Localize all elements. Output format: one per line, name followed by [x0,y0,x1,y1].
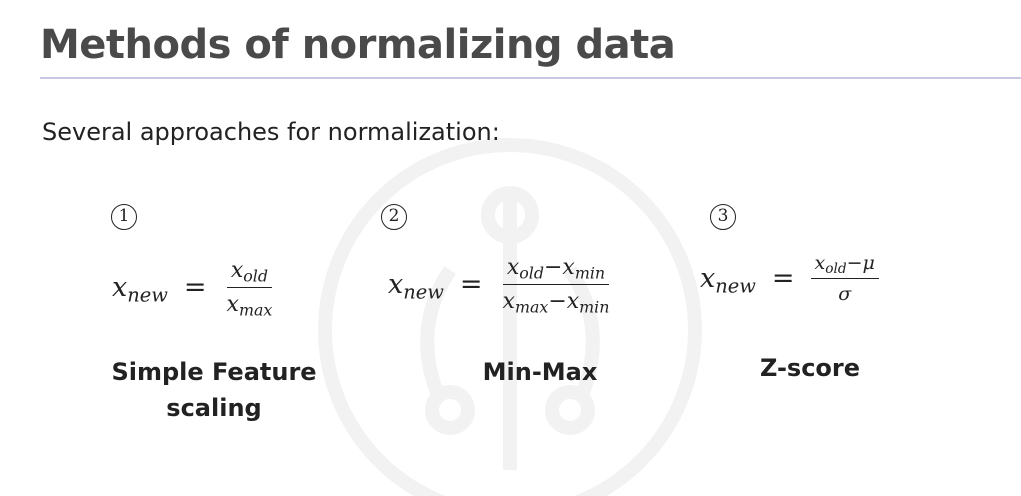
method-1-denominator: xmax [226,292,273,320]
slide-subtitle: Several approaches for normalization: [42,118,500,146]
method-2-label: Min-Max [482,358,598,386]
method-2-denominator: xmax−xmin [502,289,610,317]
title-divider [40,77,1021,79]
method-1-formula: xnew = xold xmax [112,258,277,320]
method-2-numerator: xold−xmin [502,255,610,285]
method-3-denominator: σ [838,283,852,305]
method-1-equals: = [183,272,207,303]
method-1-lhs: xnew [112,272,168,307]
method-1-number-circle: 1 [111,204,137,230]
method-3-fraction: xold−μ σ [810,252,879,305]
method-2-equals: = [459,269,483,300]
slide-title: Methods of normalizing data [40,22,676,68]
method-2-number-circle: 2 [381,204,407,230]
method-1-fraction: xold xmax [223,258,277,320]
method-3-lhs: xnew [700,263,756,298]
method-3-equals: = [771,263,795,294]
method-1-label: Simple Feature scaling [111,358,317,422]
method-3-formula: xnew = xold−μ σ [700,252,879,305]
method-3-label: Z-score [759,354,861,382]
method-1-numerator: xold [226,258,272,288]
method-2-formula: xnew = xold−xmin xmax−xmin [388,255,614,317]
method-3-number-circle: 3 [710,204,736,230]
method-3-numerator: xold−μ [810,252,879,279]
method-2-fraction: xold−xmin xmax−xmin [499,255,614,317]
method-2-lhs: xnew [388,269,444,304]
